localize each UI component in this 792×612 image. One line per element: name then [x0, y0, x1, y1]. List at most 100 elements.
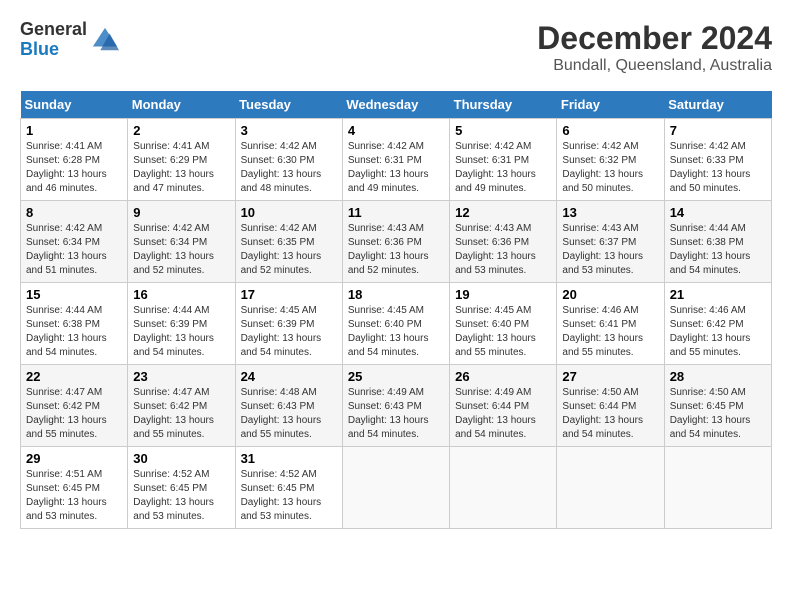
day-number: 2	[133, 123, 229, 138]
calendar-cell: 25 Sunrise: 4:49 AM Sunset: 6:43 PM Dayli…	[342, 365, 449, 447]
week-row-1: 1Sunrise: 4:41 AM Sunset: 6:28 PM Daylig…	[21, 119, 772, 201]
day-number: 1	[26, 123, 122, 138]
day-number: 13	[562, 205, 658, 220]
week-row-5: 29 Sunrise: 4:51 AM Sunset: 6:45 PM Dayli…	[21, 447, 772, 529]
day-info: Sunrise: 4:42 AM Sunset: 6:35 PM Dayligh…	[241, 222, 337, 278]
calendar-cell: 17Sunrise: 4:45 AM Sunset: 6:39 PM Dayli…	[235, 283, 342, 365]
calendar-cell: 31 Sunrise: 4:52 AM Sunset: 6:45 PM Dayli…	[235, 447, 342, 529]
logo: General Blue	[20, 20, 119, 60]
day-number: 24	[241, 369, 337, 384]
day-number: 3	[241, 123, 337, 138]
day-info: Sunrise: 4:50 AM Sunset: 6:45 PM Dayligh…	[670, 386, 766, 442]
day-number: 5	[455, 123, 551, 138]
day-info: Sunrise: 4:42 AM Sunset: 6:32 PM Dayligh…	[562, 140, 658, 196]
week-row-3: 15 Sunrise: 4:44 AM Sunset: 6:38 PM Dayli…	[21, 283, 772, 365]
calendar-cell: 1Sunrise: 4:41 AM Sunset: 6:28 PM Daylig…	[21, 119, 128, 201]
day-info: Sunrise: 4:41 AM Sunset: 6:29 PM Dayligh…	[133, 140, 229, 196]
day-info: Sunrise: 4:44 AM Sunset: 6:38 PM Dayligh…	[670, 222, 766, 278]
calendar-cell: 2 Sunrise: 4:41 AM Sunset: 6:29 PM Daylig…	[128, 119, 235, 201]
col-header-sunday: Sunday	[21, 91, 128, 119]
day-info: Sunrise: 4:47 AM Sunset: 6:42 PM Dayligh…	[133, 386, 229, 442]
day-info: Sunrise: 4:52 AM Sunset: 6:45 PM Dayligh…	[133, 468, 229, 524]
calendar-cell: 30 Sunrise: 4:52 AM Sunset: 6:45 PM Dayli…	[128, 447, 235, 529]
day-number: 27	[562, 369, 658, 384]
calendar-cell: 23Sunrise: 4:47 AM Sunset: 6:42 PM Dayli…	[128, 365, 235, 447]
calendar-cell: 12 Sunrise: 4:43 AM Sunset: 6:36 PM Dayli…	[450, 201, 557, 283]
day-number: 31	[241, 451, 337, 466]
day-number: 19	[455, 287, 551, 302]
calendar-cell: 27 Sunrise: 4:50 AM Sunset: 6:44 PM Dayli…	[557, 365, 664, 447]
calendar-cell: 29 Sunrise: 4:51 AM Sunset: 6:45 PM Dayli…	[21, 447, 128, 529]
day-info: Sunrise: 4:50 AM Sunset: 6:44 PM Dayligh…	[562, 386, 658, 442]
calendar-cell: 28 Sunrise: 4:50 AM Sunset: 6:45 PM Dayli…	[664, 365, 771, 447]
day-info: Sunrise: 4:51 AM Sunset: 6:45 PM Dayligh…	[26, 468, 122, 524]
col-header-monday: Monday	[128, 91, 235, 119]
day-number: 4	[348, 123, 444, 138]
day-info: Sunrise: 4:47 AM Sunset: 6:42 PM Dayligh…	[26, 386, 122, 442]
day-number: 26	[455, 369, 551, 384]
location: Bundall, Queensland, Australia	[537, 57, 772, 75]
day-number: 11	[348, 205, 444, 220]
day-number: 30	[133, 451, 229, 466]
day-number: 18	[348, 287, 444, 302]
day-number: 20	[562, 287, 658, 302]
day-info: Sunrise: 4:42 AM Sunset: 6:34 PM Dayligh…	[26, 222, 122, 278]
day-number: 10	[241, 205, 337, 220]
day-info: Sunrise: 4:44 AM Sunset: 6:38 PM Dayligh…	[26, 304, 122, 360]
day-info: Sunrise: 4:48 AM Sunset: 6:43 PM Dayligh…	[241, 386, 337, 442]
calendar-cell: 9 Sunrise: 4:42 AM Sunset: 6:34 PM Daylig…	[128, 201, 235, 283]
day-info: Sunrise: 4:42 AM Sunset: 6:33 PM Dayligh…	[670, 140, 766, 196]
day-info: Sunrise: 4:45 AM Sunset: 6:40 PM Dayligh…	[348, 304, 444, 360]
day-info: Sunrise: 4:44 AM Sunset: 6:39 PM Dayligh…	[133, 304, 229, 360]
month-title: December 2024	[537, 20, 772, 57]
calendar-cell: 20 Sunrise: 4:46 AM Sunset: 6:41 PM Dayli…	[557, 283, 664, 365]
day-number: 9	[133, 205, 229, 220]
col-header-friday: Friday	[557, 91, 664, 119]
calendar-cell: 16 Sunrise: 4:44 AM Sunset: 6:39 PM Dayli…	[128, 283, 235, 365]
day-info: Sunrise: 4:49 AM Sunset: 6:43 PM Dayligh…	[348, 386, 444, 442]
day-info: Sunrise: 4:42 AM Sunset: 6:34 PM Dayligh…	[133, 222, 229, 278]
calendar-cell: 13 Sunrise: 4:43 AM Sunset: 6:37 PM Dayli…	[557, 201, 664, 283]
day-info: Sunrise: 4:43 AM Sunset: 6:37 PM Dayligh…	[562, 222, 658, 278]
calendar-cell: 24 Sunrise: 4:48 AM Sunset: 6:43 PM Dayli…	[235, 365, 342, 447]
day-info: Sunrise: 4:46 AM Sunset: 6:41 PM Dayligh…	[562, 304, 658, 360]
day-number: 28	[670, 369, 766, 384]
calendar-table: SundayMondayTuesdayWednesdayThursdayFrid…	[20, 91, 772, 529]
calendar-cell: 21Sunrise: 4:46 AM Sunset: 6:42 PM Dayli…	[664, 283, 771, 365]
day-info: Sunrise: 4:45 AM Sunset: 6:40 PM Dayligh…	[455, 304, 551, 360]
col-header-wednesday: Wednesday	[342, 91, 449, 119]
day-info: Sunrise: 4:46 AM Sunset: 6:42 PM Dayligh…	[670, 304, 766, 360]
day-info: Sunrise: 4:52 AM Sunset: 6:45 PM Dayligh…	[241, 468, 337, 524]
col-header-saturday: Saturday	[664, 91, 771, 119]
calendar-cell: 3Sunrise: 4:42 AM Sunset: 6:30 PM Daylig…	[235, 119, 342, 201]
calendar-cell: 18 Sunrise: 4:45 AM Sunset: 6:40 PM Dayli…	[342, 283, 449, 365]
calendar-cell: 11 Sunrise: 4:43 AM Sunset: 6:36 PM Dayli…	[342, 201, 449, 283]
day-number: 25	[348, 369, 444, 384]
day-number: 22	[26, 369, 122, 384]
calendar-cell	[557, 447, 664, 529]
page-header: General Blue December 2024 Bundall, Quee…	[20, 20, 772, 75]
col-header-tuesday: Tuesday	[235, 91, 342, 119]
logo-icon	[91, 26, 119, 54]
week-row-2: 8Sunrise: 4:42 AM Sunset: 6:34 PM Daylig…	[21, 201, 772, 283]
day-number: 15	[26, 287, 122, 302]
calendar-cell: 5 Sunrise: 4:42 AM Sunset: 6:31 PM Daylig…	[450, 119, 557, 201]
calendar-cell: 19 Sunrise: 4:45 AM Sunset: 6:40 PM Dayli…	[450, 283, 557, 365]
calendar-cell: 26Sunrise: 4:49 AM Sunset: 6:44 PM Dayli…	[450, 365, 557, 447]
calendar-cell: 4 Sunrise: 4:42 AM Sunset: 6:31 PM Daylig…	[342, 119, 449, 201]
day-info: Sunrise: 4:42 AM Sunset: 6:31 PM Dayligh…	[455, 140, 551, 196]
day-number: 12	[455, 205, 551, 220]
day-info: Sunrise: 4:45 AM Sunset: 6:39 PM Dayligh…	[241, 304, 337, 360]
day-number: 6	[562, 123, 658, 138]
day-info: Sunrise: 4:43 AM Sunset: 6:36 PM Dayligh…	[348, 222, 444, 278]
day-number: 7	[670, 123, 766, 138]
day-number: 16	[133, 287, 229, 302]
day-info: Sunrise: 4:43 AM Sunset: 6:36 PM Dayligh…	[455, 222, 551, 278]
calendar-cell: 8Sunrise: 4:42 AM Sunset: 6:34 PM Daylig…	[21, 201, 128, 283]
col-header-thursday: Thursday	[450, 91, 557, 119]
day-info: Sunrise: 4:42 AM Sunset: 6:31 PM Dayligh…	[348, 140, 444, 196]
calendar-cell: 6 Sunrise: 4:42 AM Sunset: 6:32 PM Daylig…	[557, 119, 664, 201]
header-row: SundayMondayTuesdayWednesdayThursdayFrid…	[21, 91, 772, 119]
day-number: 29	[26, 451, 122, 466]
calendar-cell: 15 Sunrise: 4:44 AM Sunset: 6:38 PM Dayli…	[21, 283, 128, 365]
